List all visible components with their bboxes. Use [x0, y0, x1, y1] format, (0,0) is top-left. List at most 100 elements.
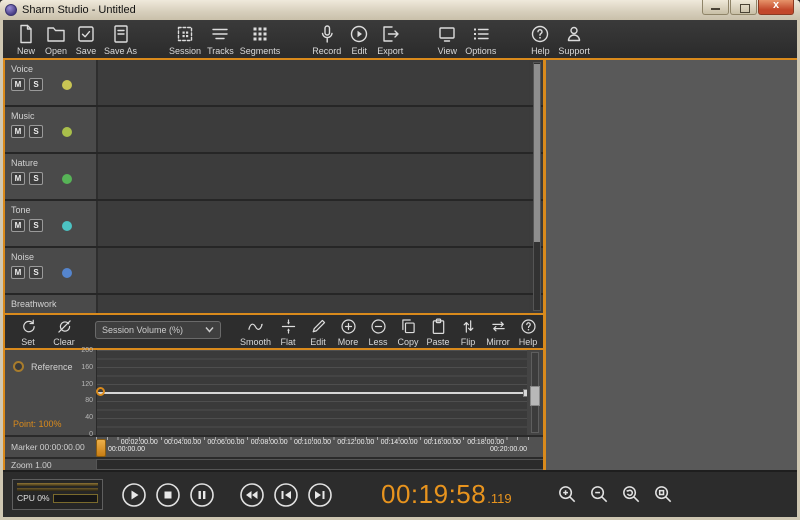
- track-lane[interactable]: [96, 107, 529, 152]
- timeline-tick: 00:02:00.00: [121, 439, 158, 446]
- track-color-dot[interactable]: [62, 127, 72, 137]
- track-lane[interactable]: [96, 60, 529, 105]
- skip-end-button[interactable]: [307, 482, 333, 508]
- export-button[interactable]: Export: [374, 23, 406, 56]
- mute-button[interactable]: M: [11, 125, 25, 138]
- edit-button[interactable]: Edit: [344, 23, 374, 56]
- options-icon: [470, 23, 492, 45]
- timeline-end-label: 00:20:00.00: [490, 446, 527, 453]
- zoom-fit-icon[interactable]: [652, 483, 675, 506]
- track-color-dot[interactable]: [62, 268, 72, 278]
- timeline-tick-row: 00:02:00.0000:04:00.0000:06:00.0000:08:0…: [96, 437, 529, 457]
- support-button[interactable]: Support: [555, 23, 593, 56]
- track-color-dot[interactable]: [62, 174, 72, 184]
- track-lane[interactable]: [96, 154, 529, 199]
- track-header[interactable]: Noise M S: [5, 248, 96, 293]
- envelope-select-value: Session Volume (%): [102, 325, 183, 335]
- minimize-icon[interactable]: [702, 0, 729, 15]
- marker-handle[interactable]: [96, 439, 106, 457]
- zoom-range-bar[interactable]: [96, 459, 543, 470]
- open-button[interactable]: Open: [41, 23, 71, 56]
- track-header[interactable]: Voice M S: [5, 60, 96, 105]
- track-lane[interactable]: [96, 201, 529, 246]
- zoom-in-icon[interactable]: [556, 483, 579, 506]
- button-label: Record: [312, 46, 341, 56]
- view-button[interactable]: View: [432, 23, 462, 56]
- mute-button[interactable]: M: [11, 219, 25, 232]
- track-lane[interactable]: [96, 248, 529, 293]
- track-row-nature: Nature M S: [5, 154, 543, 201]
- cpu-label: CPU 0%: [17, 493, 50, 503]
- less-button[interactable]: Less: [363, 317, 393, 347]
- envelope-header: Reference Point: 100% 200 160 120 80 40 …: [5, 350, 96, 435]
- slider-thumb[interactable]: [530, 386, 540, 406]
- envelope-editor: Reference Point: 100% 200 160 120 80 40 …: [5, 350, 543, 435]
- track-lane[interactable]: [96, 295, 529, 313]
- mirror-icon: [489, 317, 508, 336]
- track-header[interactable]: Breathwork: [5, 295, 96, 313]
- segments-button[interactable]: Segments: [237, 23, 284, 56]
- button-label: View: [438, 46, 457, 56]
- solo-button[interactable]: S: [29, 125, 43, 138]
- save-as-button[interactable]: Save As: [101, 23, 140, 56]
- envelope-select[interactable]: Session Volume (%): [95, 321, 221, 339]
- window-title: Sharm Studio - Untitled: [22, 4, 136, 16]
- reference-radio[interactable]: [13, 361, 24, 372]
- timeline-ruler[interactable]: 00:02:00.0000:04:00.0000:06:00.0000:08:0…: [96, 437, 543, 457]
- envelope-plot[interactable]: [96, 350, 527, 435]
- more-button[interactable]: More: [333, 317, 363, 347]
- solo-button[interactable]: S: [29, 78, 43, 91]
- chevron-down-icon: [205, 326, 214, 333]
- mute-button[interactable]: M: [11, 266, 25, 279]
- save-button[interactable]: Save: [71, 23, 101, 56]
- track-header[interactable]: Tone M S: [5, 201, 96, 246]
- envelope-line[interactable]: [97, 392, 527, 394]
- app-window: Sharm Studio - Untitled New Open Save: [0, 0, 800, 520]
- tracks-button[interactable]: Tracks: [204, 23, 237, 56]
- scrollbar-thumb[interactable]: [534, 64, 540, 242]
- session-button[interactable]: Session: [166, 23, 204, 56]
- clear-button[interactable]: Clear: [49, 317, 79, 347]
- close-icon[interactable]: [758, 0, 794, 15]
- edit-envelope-button[interactable]: Edit: [303, 317, 333, 347]
- zoom-out-icon[interactable]: [588, 483, 611, 506]
- pause-button[interactable]: [189, 482, 215, 508]
- track-color-dot[interactable]: [62, 221, 72, 231]
- time-milliseconds: .119: [487, 491, 511, 506]
- maximize-icon[interactable]: [730, 0, 757, 15]
- set-button[interactable]: Set: [13, 317, 43, 347]
- envelope-point[interactable]: [96, 387, 105, 396]
- paste-button[interactable]: Paste: [423, 317, 453, 347]
- clear-icon: [55, 317, 74, 336]
- content-area: New Open Save Save As Session Tracks: [3, 20, 797, 517]
- mute-button[interactable]: M: [11, 172, 25, 185]
- less-icon: [369, 317, 388, 336]
- track-header[interactable]: Music M S: [5, 107, 96, 152]
- stop-button[interactable]: [155, 482, 181, 508]
- solo-button[interactable]: S: [29, 172, 43, 185]
- scale-tick: 120: [81, 381, 93, 388]
- track-color-dot[interactable]: [62, 80, 72, 90]
- timeline-tick: 00:14:00.00: [381, 439, 418, 446]
- new-button[interactable]: New: [11, 23, 41, 56]
- mirror-button[interactable]: Mirror: [483, 317, 513, 347]
- track-header[interactable]: Nature M S: [5, 154, 96, 199]
- skip-start-button[interactable]: [273, 482, 299, 508]
- zoom-undo-icon[interactable]: [620, 483, 643, 506]
- rewind-button[interactable]: [239, 482, 265, 508]
- flat-button[interactable]: Flat: [273, 317, 303, 347]
- flip-button[interactable]: Flip: [453, 317, 483, 347]
- solo-button[interactable]: S: [29, 219, 43, 232]
- scale-tick: 160: [81, 364, 93, 371]
- smooth-button[interactable]: Smooth: [238, 317, 273, 347]
- timeline-tick: 00:06:00.00: [207, 439, 244, 446]
- solo-button[interactable]: S: [29, 266, 43, 279]
- record-button[interactable]: Record: [309, 23, 344, 56]
- help-button[interactable]: Help: [525, 23, 555, 56]
- options-button[interactable]: Options: [462, 23, 499, 56]
- track-scrollbar[interactable]: [533, 62, 541, 311]
- mute-button[interactable]: M: [11, 78, 25, 91]
- envelope-help-button[interactable]: Help: [513, 317, 543, 347]
- copy-button[interactable]: Copy: [393, 317, 423, 347]
- play-button[interactable]: [121, 482, 147, 508]
